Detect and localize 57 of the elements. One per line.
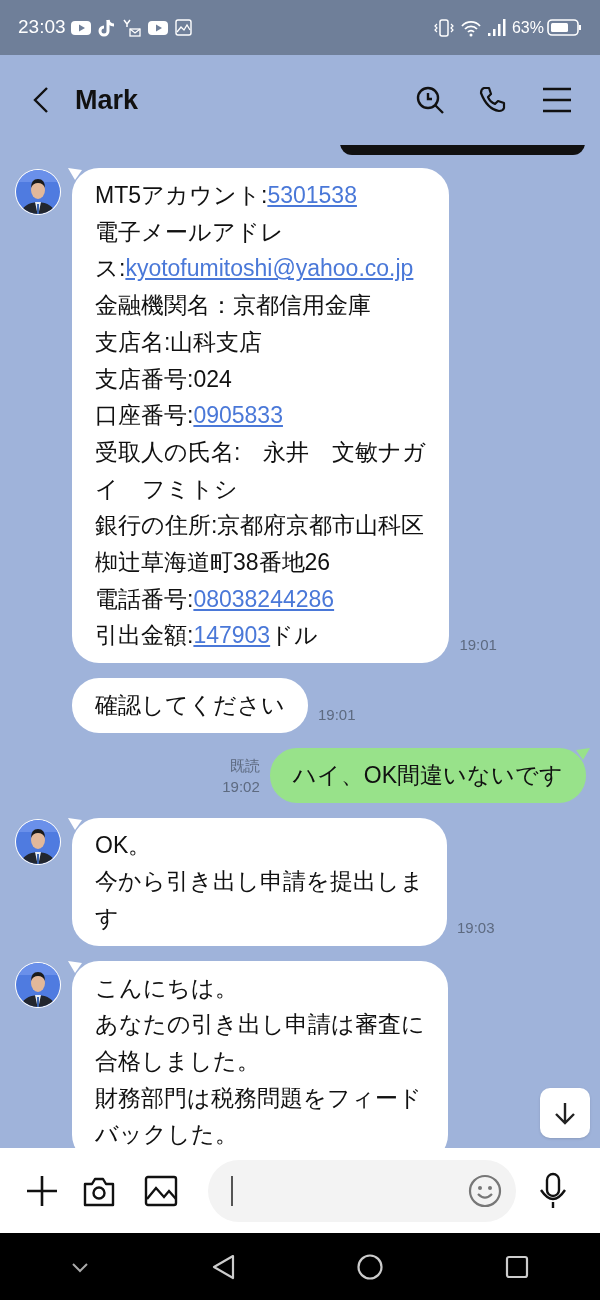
recent-apps-icon[interactable] xyxy=(505,1254,530,1279)
message-text: あなたの引き出し申請は審査に xyxy=(95,1010,425,1040)
message-link[interactable]: 5301538 xyxy=(267,182,357,208)
message-text: 確認してください xyxy=(95,691,285,721)
plus-icon[interactable] xyxy=(25,1173,59,1208)
message-text: ハイ、OK間違いないです xyxy=(292,760,563,790)
message-link[interactable]: kyotofumitoshi@yahoo.co.jp xyxy=(125,255,414,282)
message-text: イ フミトシ xyxy=(95,474,239,504)
message-text: 椥辻草海道町38番地26 xyxy=(95,548,332,578)
search-icon[interactable] xyxy=(415,85,445,115)
phone-icon[interactable] xyxy=(478,85,508,115)
message-link[interactable]: 0905833 xyxy=(193,402,283,429)
message-text: 金融機関名：京都信用金庫 xyxy=(95,291,372,321)
home-icon[interactable] xyxy=(357,1253,384,1280)
microphone-icon[interactable] xyxy=(538,1171,568,1210)
read-receipt: 既読 xyxy=(229,755,260,776)
message-link[interactable]: 147903 xyxy=(193,622,271,649)
status-time: 23:03 xyxy=(18,15,66,40)
message-time: 19:02 xyxy=(222,776,260,797)
bubble-tail xyxy=(68,960,82,973)
mail-icon xyxy=(121,17,142,38)
bubble-tail xyxy=(68,817,82,830)
message-time: 19:03 xyxy=(457,917,495,938)
message-text: バックした。 xyxy=(95,1120,239,1148)
signal-icon xyxy=(486,17,507,38)
battery-percent: 63% xyxy=(511,17,544,38)
vibrate-icon xyxy=(433,17,454,38)
message-text: こんにちは。 xyxy=(95,973,239,1003)
bubble-tail xyxy=(68,168,82,180)
emoji-icon[interactable] xyxy=(468,1173,502,1208)
message-text: す xyxy=(95,903,120,933)
message-time: 19:01 xyxy=(318,704,356,725)
chat-title: Mark xyxy=(75,83,140,117)
message-text: 銀行の住所:京都府京都市山科区 xyxy=(95,511,426,541)
image-icon[interactable] xyxy=(144,1173,178,1208)
message-text: 電話番号:08038244286 xyxy=(95,584,336,614)
message-text: 支店番号:024 xyxy=(95,364,233,394)
arrow-down-icon xyxy=(552,1100,578,1126)
message-text: 口座番号:0905833 xyxy=(95,401,284,431)
message-link[interactable]: 08038244286 xyxy=(193,585,335,612)
message-text: 今から引き出し申請を提出しま xyxy=(95,867,424,897)
message-text: 電子メールアドレ xyxy=(95,217,285,247)
menu-icon[interactable] xyxy=(542,86,572,114)
message-text: 受取人の氏名: 永井 文敏ナガ xyxy=(95,437,427,467)
message-text: ス:kyotofumitoshi@yahoo.co.jp xyxy=(95,254,415,284)
bubble-tail xyxy=(576,747,590,760)
message-text: 財務部門は税務問題をフィード xyxy=(95,1083,423,1113)
message-text: 支店名:山科支店 xyxy=(95,327,264,357)
message-time: 19:01 xyxy=(459,635,497,656)
back-icon[interactable] xyxy=(210,1252,236,1281)
message-text: 合格しました。 xyxy=(95,1047,261,1077)
image-icon xyxy=(173,17,194,38)
battery-icon xyxy=(547,18,582,37)
message-text: 引出金額:147903 ドル xyxy=(95,621,320,651)
message-text: OK。 xyxy=(95,830,153,860)
message-text: MT5アカウント:5301538 xyxy=(95,181,358,210)
scroll-down-button[interactable] xyxy=(540,1088,590,1138)
